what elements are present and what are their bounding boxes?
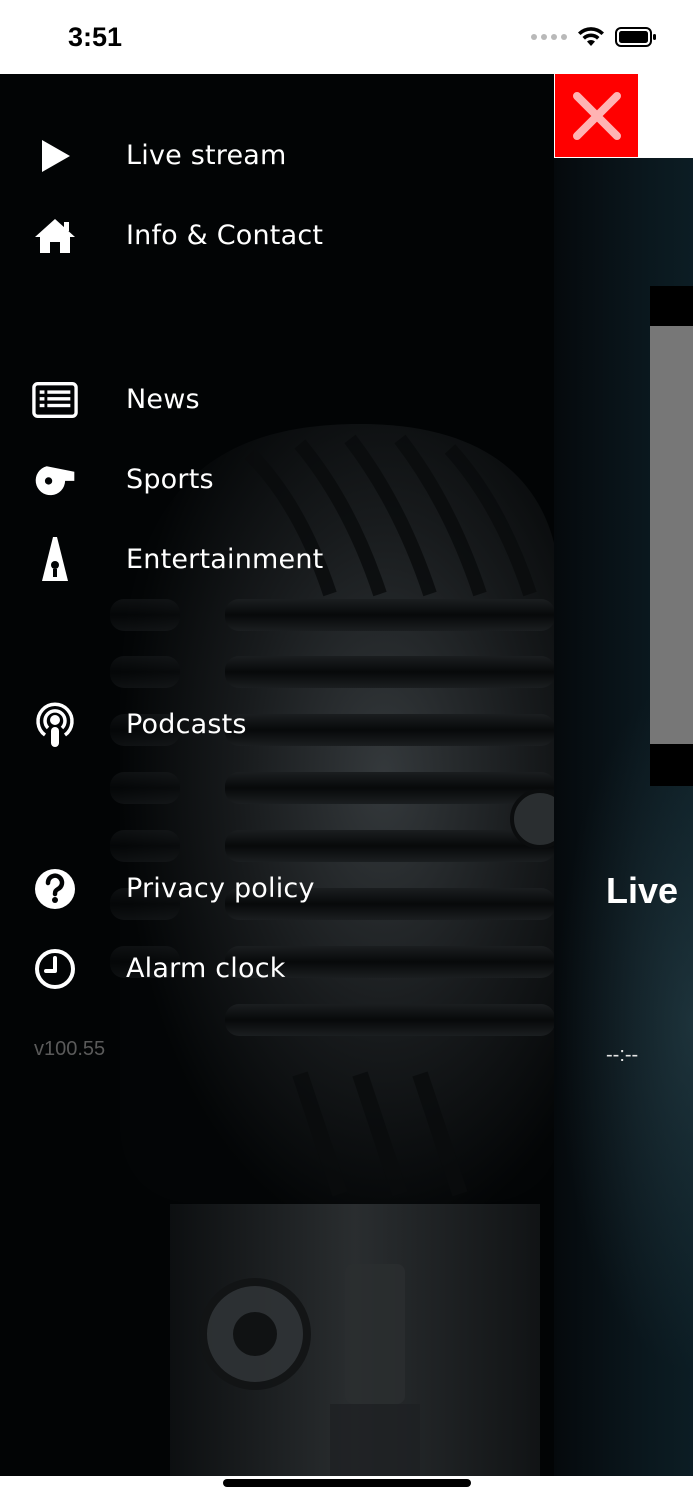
close-icon bbox=[572, 91, 621, 140]
app-version: v100.55 bbox=[34, 1038, 106, 1060]
status-icons bbox=[531, 26, 657, 48]
menu-item-privacy-policy[interactable]: Privacy policy bbox=[0, 857, 554, 921]
home-indicator[interactable] bbox=[223, 1479, 471, 1487]
playback-time: --:-- bbox=[606, 1044, 639, 1066]
menu-item-label: Info & Contact bbox=[126, 220, 324, 251]
menu-item-alarm-clock[interactable]: Alarm clock bbox=[0, 937, 554, 1001]
live-title: Live bbox=[606, 870, 679, 911]
menu-item-label: News bbox=[126, 384, 200, 415]
menu-item-live-stream[interactable]: Live stream bbox=[0, 124, 554, 188]
menu-item-label: Entertainment bbox=[126, 544, 324, 575]
main-content: Live --:-- bbox=[554, 74, 693, 1476]
menu-item-label: Alarm clock bbox=[126, 953, 286, 984]
spotlight-icon bbox=[32, 537, 78, 581]
clock-icon bbox=[32, 949, 78, 989]
microphone-background-image bbox=[0, 74, 554, 1476]
menu-item-podcasts[interactable]: Podcasts bbox=[0, 693, 554, 757]
video-player[interactable] bbox=[650, 286, 693, 786]
signal-icon bbox=[531, 34, 567, 40]
podcast-icon bbox=[32, 702, 78, 747]
newspaper-icon bbox=[32, 380, 78, 420]
home-icon bbox=[32, 216, 78, 256]
battery-icon bbox=[615, 27, 656, 47]
menu-item-entertainment[interactable]: Entertainment bbox=[0, 528, 554, 592]
menu-item-sports[interactable]: Sports bbox=[0, 448, 554, 512]
menu-item-info-contact[interactable]: Info & Contact bbox=[0, 204, 554, 268]
question-icon bbox=[32, 869, 78, 909]
video-area[interactable] bbox=[650, 326, 693, 744]
menu-item-label: Privacy policy bbox=[126, 873, 315, 904]
wifi-icon bbox=[578, 27, 604, 46]
status-bar: 3:51 bbox=[0, 0, 693, 74]
close-menu-button[interactable] bbox=[555, 74, 638, 157]
menu-item-label: Live stream bbox=[126, 140, 287, 171]
whistle-icon bbox=[32, 460, 78, 500]
play-icon bbox=[32, 136, 78, 176]
menu-item-label: Sports bbox=[126, 464, 214, 495]
status-time: 3:51 bbox=[68, 22, 123, 52]
navigation-drawer: Live stream Info & Contact News Sports E… bbox=[0, 74, 554, 1476]
menu-item-label: Podcasts bbox=[126, 709, 247, 740]
menu-item-news[interactable]: News bbox=[0, 368, 554, 432]
